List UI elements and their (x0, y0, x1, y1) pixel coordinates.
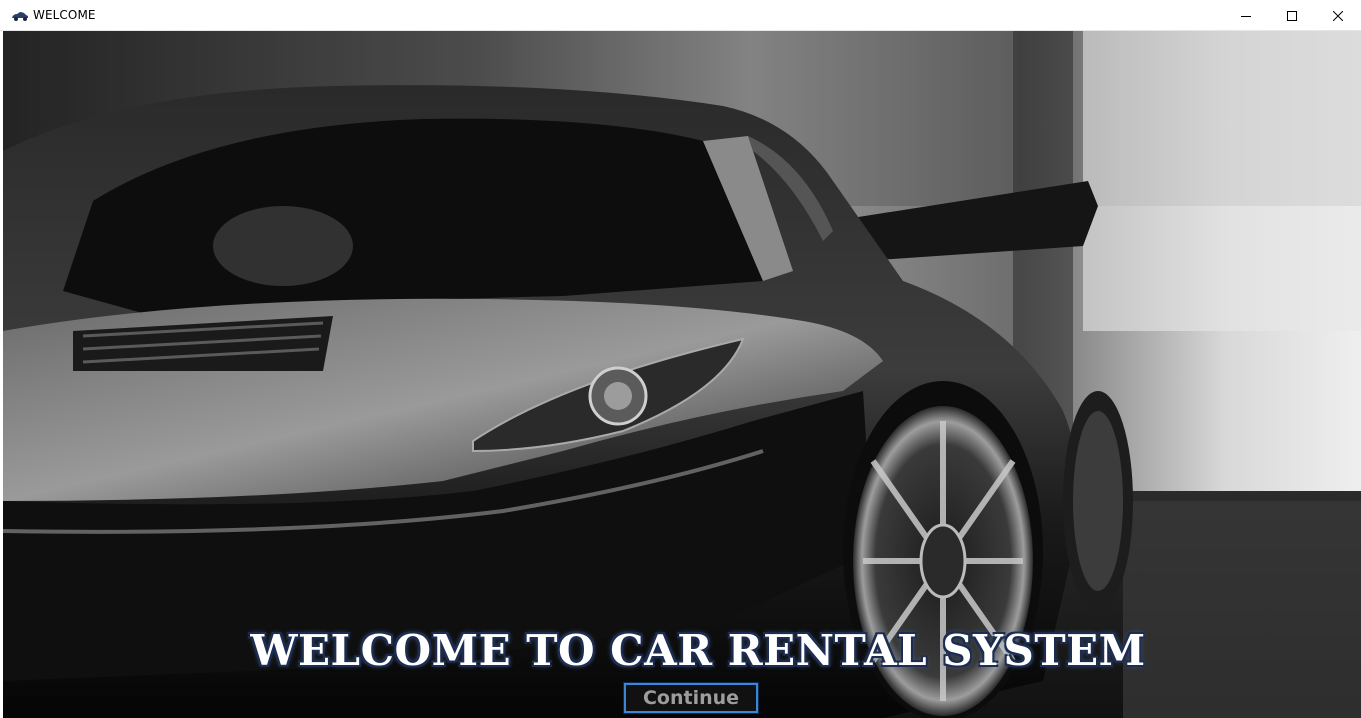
car-icon (11, 9, 29, 21)
welcome-heading: Welcome to Car Rental System (250, 626, 1146, 675)
maximize-icon (1287, 10, 1297, 21)
car-background-image (3, 31, 1361, 718)
maximize-button[interactable] (1269, 0, 1315, 31)
welcome-window: WELCOME WELCOME TO CAR RENTAL SYSTEM Con… (0, 0, 1361, 718)
window-title: WELCOME (33, 8, 96, 22)
minimize-icon (1241, 11, 1251, 21)
continue-button[interactable]: Continue (623, 682, 759, 714)
close-button[interactable] (1315, 0, 1361, 31)
close-icon (1333, 10, 1343, 21)
window-controls (1223, 0, 1361, 31)
minimize-button[interactable] (1223, 0, 1269, 31)
welcome-panel: Welcome to Car Rental System Continue (3, 31, 1361, 718)
title-bar[interactable]: WELCOME (0, 0, 1361, 31)
